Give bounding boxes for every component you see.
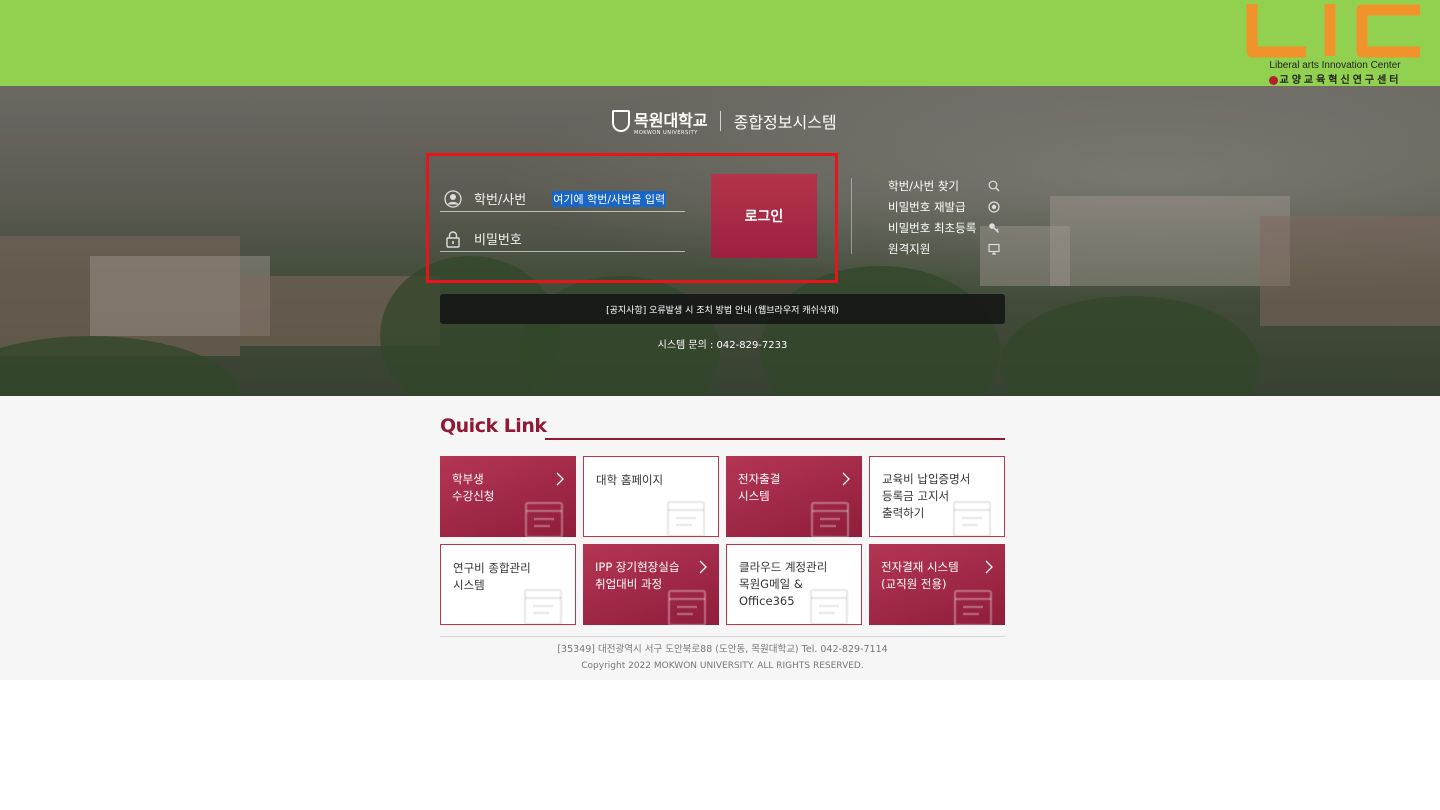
- key-icon: [989, 222, 1000, 233]
- quick-link-label-line: IPP 장기현장실습: [595, 560, 680, 574]
- lic-korean-name: 교양교육혁신연구센터: [1244, 71, 1426, 86]
- login-button[interactable]: 로그인: [711, 174, 817, 258]
- notice-bar[interactable]: [공지사항] 오류발생 시 조치 방법 안내 (웹브라우저 캐쉬삭제): [440, 294, 1005, 324]
- hero-section: 목원대학교 MOKWON UNIVERSITY 종합정보시스템 학번/사번 여기…: [0, 86, 1440, 396]
- monitor-icon: [988, 243, 1000, 255]
- university-english-name: MOKWON UNIVERSITY: [634, 130, 698, 136]
- quick-link-section: Quick Link 학부생수강신청 대학 홈페이지 전자출결시스템 교육비 납입증명…: [0, 396, 1440, 680]
- find-student-id-link[interactable]: 학번/사번 찾기: [888, 175, 1000, 196]
- reissue-password-link[interactable]: 비밀번호 재발급: [888, 196, 1000, 217]
- browser-icon: [953, 589, 993, 625]
- search-icon: [988, 180, 1000, 191]
- quick-link-label-line: 학부생: [452, 472, 484, 486]
- quick-link-label: 전자결재 시스템 (교직원 전용): [881, 559, 959, 593]
- quick-link-underline: [545, 438, 1005, 440]
- quick-link-title: Quick Link: [440, 415, 547, 437]
- quick-link-label-line: 교육비 납입증명서: [882, 472, 971, 486]
- password-label: 비밀번호: [474, 233, 522, 248]
- lic-logo: Liberal arts Innovation Center 교양교육혁신연구센…: [1244, 0, 1426, 86]
- quick-link-label-line: 연구비 종합관리: [453, 561, 531, 575]
- remote-support-link[interactable]: 원격지원: [888, 238, 1000, 259]
- brand-divider: [719, 111, 721, 131]
- chevron-right-icon: [699, 560, 707, 574]
- system-name: 종합정보시스템: [733, 113, 837, 132]
- chevron-right-icon: [842, 472, 850, 486]
- undergrad-registration-card[interactable]: 학부생수강신청: [440, 456, 576, 537]
- footer-address: [35349] 대전광역시 서구 도안북로88 (도안동, 목원대학교) Tel…: [557, 644, 888, 655]
- ipp-internship-card[interactable]: IPP 장기현장실습 취업대비 과정: [583, 544, 719, 625]
- university-name: 목원대학교: [634, 111, 708, 130]
- calendar-icon: [810, 501, 850, 537]
- university-brand: 목원대학교 MOKWON UNIVERSITY 종합정보시스템: [612, 108, 837, 136]
- quick-link-label-line: 전자결재 시스템: [881, 560, 959, 574]
- student-id-label: 학번/사번: [474, 193, 527, 208]
- seal-icon: [1268, 75, 1278, 85]
- quick-link-label: 학부생수강신청: [452, 471, 494, 505]
- tuition-certificate-card[interactable]: 교육비 납입증명서 등록금 고지서 출력하기: [869, 456, 1005, 537]
- quick-link-label-line: 시스템: [738, 489, 770, 503]
- chevron-right-icon: [985, 560, 993, 574]
- e-attendance-card[interactable]: 전자출결시스템: [726, 456, 862, 537]
- quick-link-label-line: 시스템: [453, 578, 485, 592]
- register-password-link[interactable]: 비밀번호 최초등록: [888, 217, 1000, 238]
- quick-link-label: 대학 홈페이지: [596, 472, 663, 489]
- top-banner: Liberal arts Innovation Center 교양교육혁신연구센…: [0, 0, 1440, 86]
- cloud-account-card[interactable]: 클라우드 계정관리 목원G메일 & Office365: [726, 544, 862, 625]
- password-field[interactable]: 비밀번호: [440, 226, 685, 252]
- university-homepage-card[interactable]: 대학 홈페이지: [583, 456, 719, 537]
- footer-copyright: Copyright 2022 MOKWON UNIVERSITY. ALL RI…: [581, 661, 864, 671]
- lic-subtitle: Liberal arts Innovation Center: [1269, 60, 1401, 71]
- quick-link-label-line: (교직원 전용): [881, 577, 947, 591]
- user-icon: [444, 189, 462, 208]
- e-approval-card[interactable]: 전자결재 시스템 (교직원 전용): [869, 544, 1005, 625]
- cloud-icon: [809, 588, 849, 624]
- calculator-icon: [523, 588, 563, 624]
- pie-chart-icon: [667, 589, 707, 625]
- student-id-input[interactable]: 여기에 학번/사번을 입력: [552, 190, 667, 207]
- chevron-right-icon: [556, 472, 564, 486]
- university-emblem-icon: [612, 110, 630, 132]
- side-divider: [851, 178, 852, 254]
- quick-link-label: 전자출결시스템: [738, 471, 780, 505]
- browser-icon: [666, 500, 706, 536]
- quick-link-label-line: 전자출결: [738, 472, 781, 486]
- lic-logo-mark: [1246, 4, 1420, 58]
- lock-icon: [446, 230, 460, 248]
- quick-link-label: 연구비 종합관리시스템: [453, 560, 531, 594]
- student-id-field[interactable]: 학번/사번 여기에 학번/사번을 입력: [440, 186, 685, 212]
- quick-link-label-line: 클라우드 계정관리: [739, 560, 828, 574]
- quick-link-label-line: 대학 홈페이지: [596, 473, 664, 487]
- refresh-icon: [988, 200, 1000, 213]
- footer-divider: [440, 636, 1005, 637]
- printer-icon: [952, 500, 992, 536]
- quick-link-label-line: 수강신청: [452, 489, 495, 503]
- document-icon: [524, 501, 564, 537]
- system-contact: 시스템 문의 : 042-829-7233: [657, 340, 788, 351]
- account-help-links: 학번/사번 찾기 비밀번호 재발급 비밀번호 최초등록 원격지원: [888, 175, 1000, 259]
- research-fund-card[interactable]: 연구비 종합관리시스템: [440, 544, 576, 625]
